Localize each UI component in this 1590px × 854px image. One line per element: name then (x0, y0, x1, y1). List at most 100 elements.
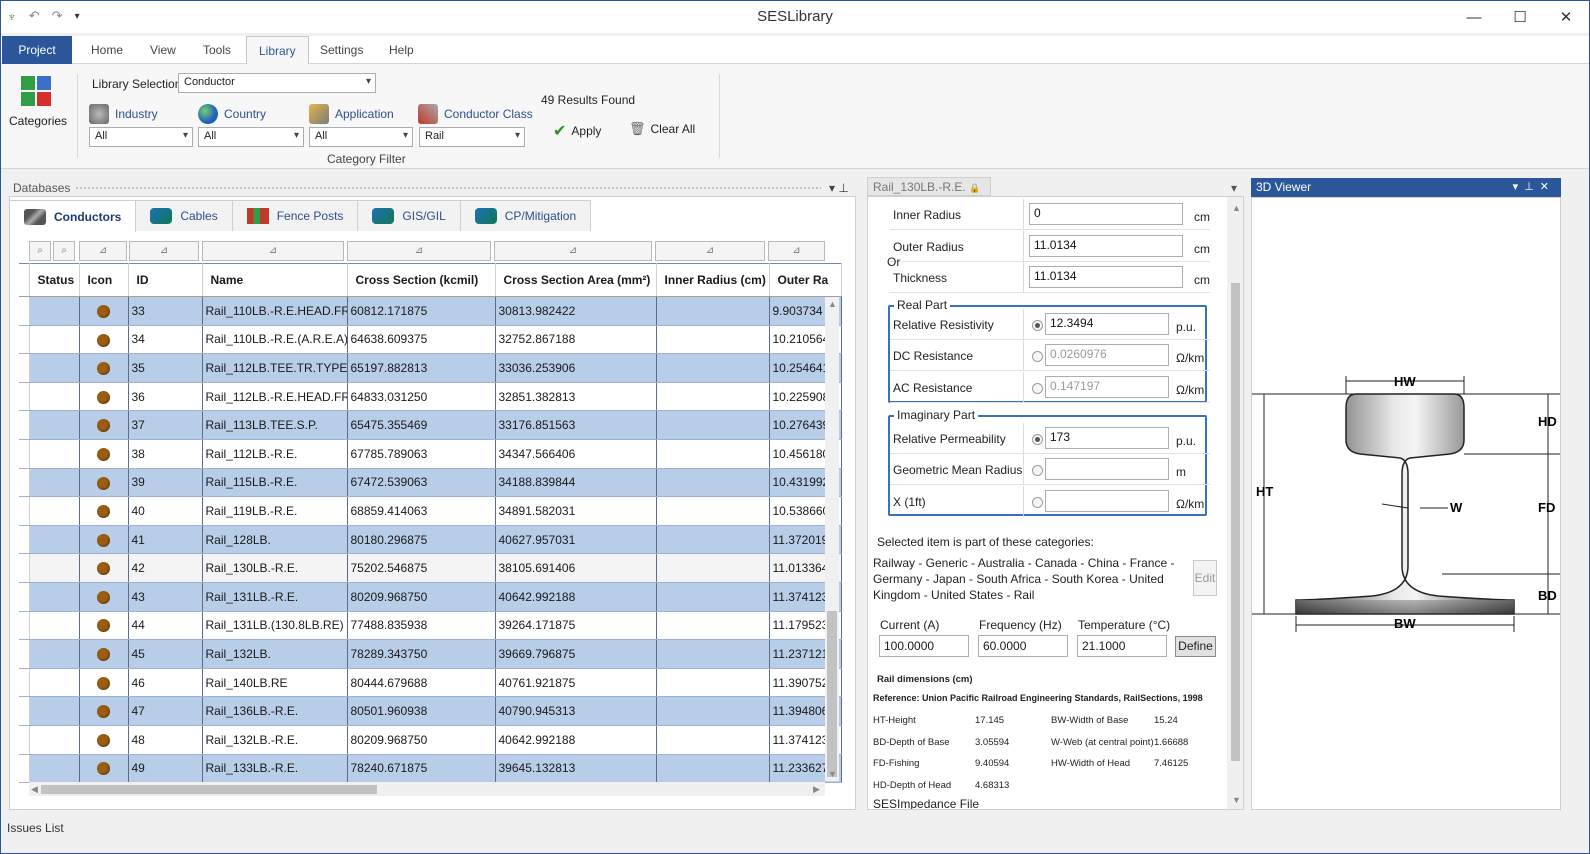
scroll-up-icon[interactable]: ▲ (828, 299, 837, 309)
column-header-outer-radius[interactable]: Outer Ra (769, 263, 842, 297)
geometric-mean-radius-input[interactable] (1045, 458, 1169, 480)
table-row[interactable]: 37 Rail_113LB.TEE.S.P. 65475.355469 33176.8… (19, 410, 842, 440)
tab-home[interactable]: Home (79, 36, 135, 64)
dc-resistance-radio[interactable] (1032, 351, 1043, 362)
tab-tools[interactable]: Tools (191, 36, 243, 64)
categories-button[interactable]: Categories (9, 76, 67, 128)
grid-horizontal-scrollbar[interactable]: ◀ ▶ (29, 782, 825, 796)
table-row[interactable]: 42 Rail_130LB.-R.E. 75202.546875 38105.6914… (19, 553, 842, 583)
frequency-input[interactable]: 60.0000 (978, 635, 1068, 657)
close-button[interactable]: ✕ (1543, 1, 1589, 33)
industry-filter-combo[interactable]: All (89, 127, 193, 147)
tab-settings[interactable]: Settings (308, 36, 375, 64)
conductor-status-dot-icon (96, 505, 110, 519)
define-button[interactable]: Define (1175, 636, 1216, 657)
column-header-name[interactable]: Name (202, 263, 348, 297)
table-row[interactable]: 41 Rail_128LB. 80180.296875 40627.957031 11.… (19, 525, 842, 555)
properties-scrollbar[interactable]: ▲ ▼ (1227, 197, 1243, 809)
relative-resistivity-input[interactable]: 12.3494 (1045, 313, 1169, 335)
table-row[interactable]: 39 Rail_115LB.-R.E. 67472.539063 34188.8398… (19, 468, 842, 498)
library-selection-combo[interactable]: Conductor (178, 73, 376, 93)
application-filter-combo[interactable]: All (309, 127, 413, 147)
clear-search-icon[interactable]: ⌕ (53, 241, 75, 261)
edit-categories-button[interactable]: Edit (1193, 560, 1217, 596)
filter-cell-cross-section-area[interactable]: ⊿ (494, 241, 652, 261)
relative-permeability-input[interactable]: 173 (1045, 427, 1169, 449)
table-row[interactable]: 44 Rail_131LB.(130.8LB.RE) 77488.835938 392… (19, 611, 842, 641)
scroll-down-icon[interactable]: ▼ (828, 769, 837, 779)
country-filter-combo[interactable]: All (198, 127, 304, 147)
tab-conductors[interactable]: Conductors (9, 200, 137, 232)
column-header-cross-section-area[interactable]: Cross Section Area (mm²) (495, 263, 657, 297)
filter-cell-cross-section[interactable]: ⊿ (347, 241, 491, 261)
x-1ft-radio[interactable] (1032, 497, 1043, 508)
table-row[interactable]: 33Rail_110LB.-R.E.HEAD.FREE60812.1718753… (19, 296, 842, 326)
table-row[interactable]: 47 Rail_136LB.-R.E. 80501.960938 40790.9453… (19, 696, 842, 726)
apply-button[interactable]: ✔ Apply (553, 121, 601, 141)
search-icon[interactable]: ⌕ (29, 241, 51, 261)
current-input[interactable]: 100.0000 (879, 635, 969, 657)
properties-scroll-thumb[interactable] (1231, 283, 1240, 761)
table-row[interactable]: 49 Rail_133LB.-R.E. 78240.671875 39645.1328… (19, 754, 842, 784)
tab-fence-posts[interactable]: Fence Posts (231, 200, 359, 231)
status-cell (29, 353, 80, 383)
column-header-inner-radius[interactable]: Inner Radius (cm) (656, 263, 770, 297)
scroll-left-icon[interactable]: ◀ (31, 784, 38, 795)
column-header-cross-section[interactable]: Cross Section (kcmil) (347, 263, 496, 297)
column-header-status[interactable]: Status (29, 263, 80, 297)
filter-cell-outer-radius[interactable]: ⊿ (768, 241, 825, 261)
tab-help[interactable]: Help (377, 36, 426, 64)
scroll-right-icon[interactable]: ▶ (813, 784, 820, 795)
conductor-class-filter-combo[interactable]: Rail (419, 127, 525, 147)
table-row[interactable]: 34 Rail_110LB.-R.E.(A.R.E.A) 64638.609375 3… (19, 325, 842, 355)
grid-vertical-scroll-thumb[interactable] (827, 611, 837, 777)
column-header-icon[interactable]: Icon (79, 263, 129, 297)
issues-list-tab[interactable]: Issues List (7, 821, 64, 835)
ac-resistance-input[interactable]: 0.147197 (1045, 376, 1169, 398)
filter-cell-inner-radius[interactable]: ⊿ (655, 241, 765, 261)
scroll-down-icon[interactable]: ▼ (1232, 795, 1241, 805)
tab-gis-gil[interactable]: GIS/GIL (357, 200, 461, 231)
document-tab-rail-130lb[interactable]: Rail_130LB.-R.E. 🔒 ✕ (867, 177, 991, 208)
table-row[interactable]: 35 Rail_112LB.TEE.TR.TYPE.A 65197.882813 33… (19, 353, 842, 383)
relative-resistivity-radio[interactable] (1032, 320, 1043, 331)
table-row[interactable]: 38 Rail_112LB.-R.E. 67785.789063 34347.5664… (19, 439, 842, 469)
tab-view[interactable]: View (138, 36, 188, 64)
ac-resistance-radio[interactable] (1032, 383, 1043, 394)
tab-library[interactable]: Library (246, 36, 309, 65)
id-cell: 38 (128, 439, 203, 469)
table-row[interactable]: 46 Rail_140LB.RE 80444.679688 40761.921875 1… (19, 668, 842, 698)
3d-viewer-window-controls[interactable]: ▾⊥✕ (1513, 180, 1555, 193)
grid-vertical-scrollbar[interactable]: ▲ ▼ (825, 297, 839, 781)
tab-cp-mitigation[interactable]: CP/Mitigation (459, 200, 592, 231)
table-row[interactable]: 45 Rail_132LB. 78289.343750 39669.796875 11.… (19, 639, 842, 669)
relative-permeability-radio[interactable] (1032, 434, 1043, 445)
grid-horizontal-scroll-thumb[interactable] (41, 785, 377, 794)
filter-cell-icon[interactable]: ⊿ (79, 241, 127, 261)
inner-radius-cell (656, 553, 770, 583)
tab-project[interactable]: Project (2, 36, 72, 64)
scroll-up-icon[interactable]: ▲ (1232, 203, 1241, 213)
x-1ft-input[interactable] (1045, 490, 1169, 512)
tab-cables[interactable]: Cables (135, 200, 233, 231)
filter-cell-id[interactable]: ⊿ (129, 241, 199, 261)
inner-radius-input[interactable]: 0 (1029, 203, 1183, 225)
temperature-input[interactable]: 21.1000 (1077, 635, 1167, 657)
column-header-id[interactable]: ID (128, 263, 203, 297)
document-tab-menu-icon[interactable]: ▾ (1231, 181, 1237, 195)
minimize-button[interactable]: — (1451, 1, 1497, 33)
table-row[interactable]: 43 Rail_131LB.-R.E. 80209.968750 40642.9921… (19, 582, 842, 612)
3d-viewer-title: 3D Viewer (1256, 180, 1312, 194)
filter-cell-name[interactable]: ⊿ (202, 241, 344, 261)
cross-section-area-cell: 34188.839844 (495, 468, 657, 498)
databases-panel-controls[interactable]: ▾ ⊥ (829, 181, 849, 195)
thickness-input[interactable]: 11.0134 (1029, 266, 1183, 288)
clear-all-button[interactable]: 🗑 Clear All (629, 121, 695, 137)
table-row[interactable]: 48 Rail_132LB.-R.E. 80209.968750 40642.9921… (19, 725, 842, 755)
table-row[interactable]: 36Rail_112LB.-R.E.HEAD.FREE64833.0312503… (19, 382, 842, 412)
dc-resistance-input[interactable]: 0.0260976 (1045, 344, 1169, 366)
outer-radius-input[interactable]: 11.0134 (1029, 235, 1183, 257)
maximize-button[interactable]: ☐ (1497, 1, 1543, 33)
table-row[interactable]: 40 Rail_119LB.-R.E. 68859.414063 34891.5820… (19, 496, 842, 526)
geometric-mean-radius-radio[interactable] (1032, 465, 1043, 476)
